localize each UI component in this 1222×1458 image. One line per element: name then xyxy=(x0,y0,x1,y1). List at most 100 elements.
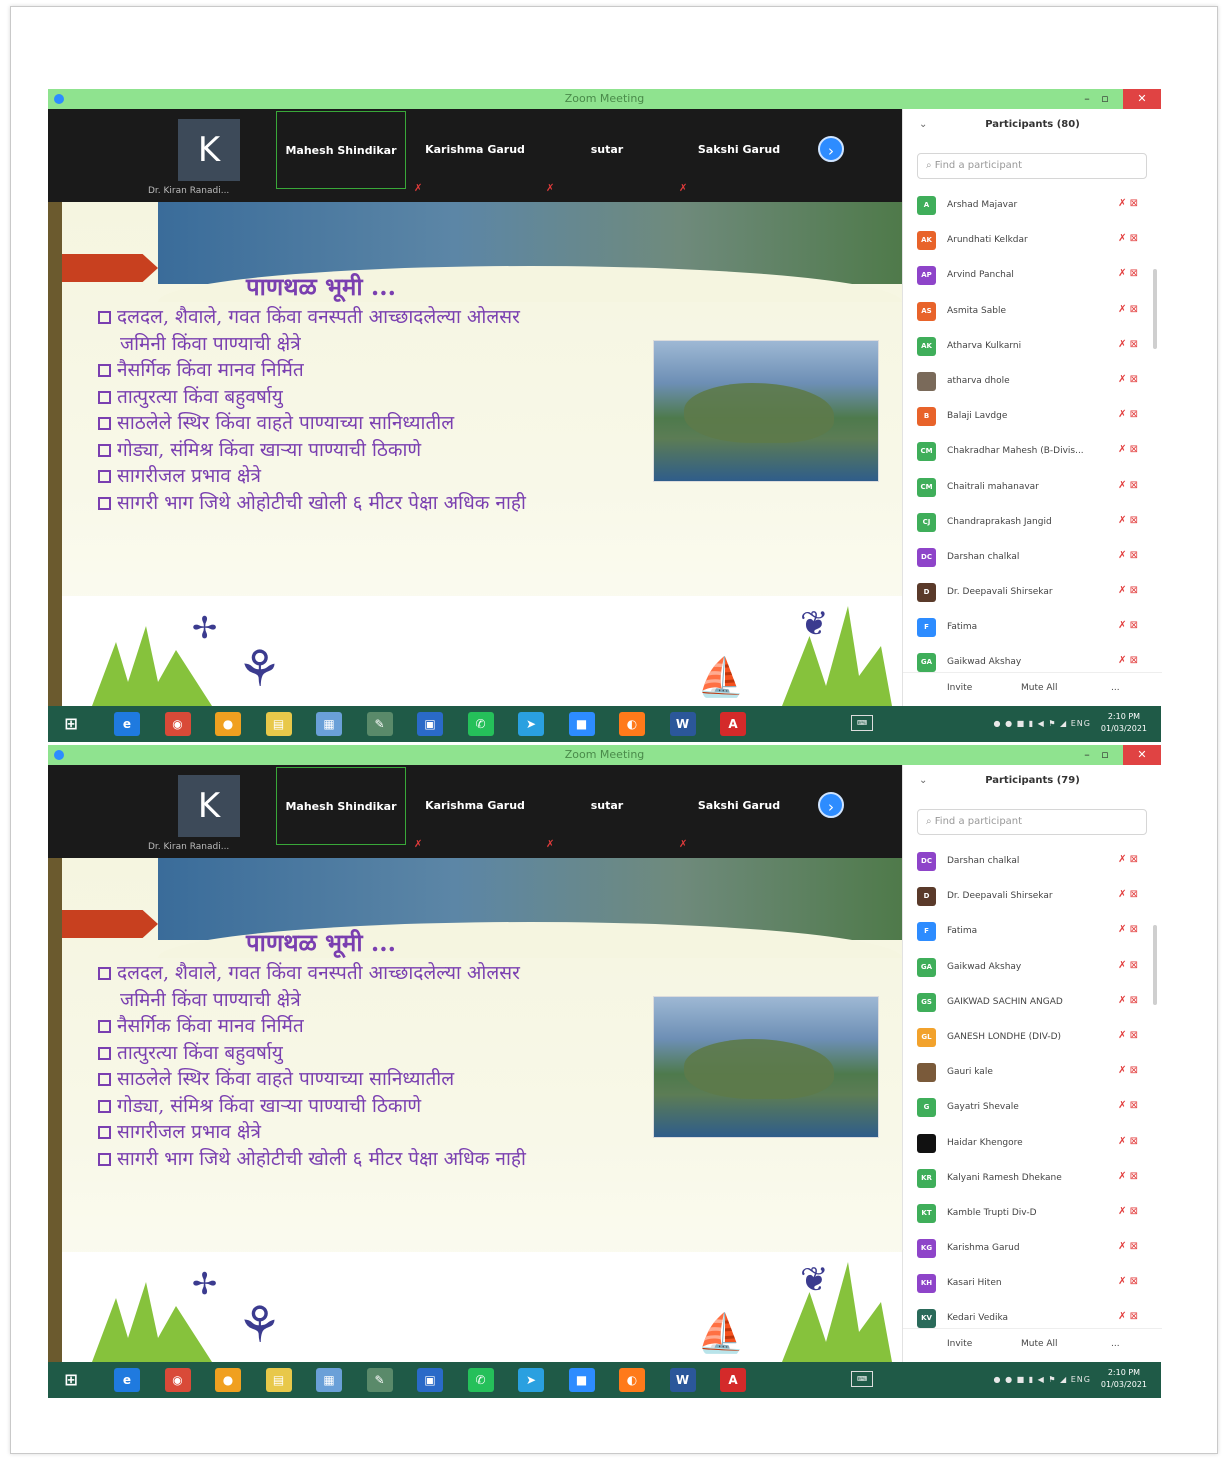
mute-all-button[interactable]: Mute All xyxy=(1021,1339,1058,1349)
video-tile-2[interactable]: Karishma Garud xyxy=(410,111,540,189)
windows-start-icon[interactable]: ⊞ xyxy=(58,712,84,736)
next-page-arrow-icon[interactable]: › xyxy=(818,136,844,162)
file-explorer-icon[interactable]: ▤ xyxy=(265,1368,292,1392)
more-options-button[interactable]: ... xyxy=(1111,683,1120,693)
mic-video-muted-icon[interactable]: ✗ ⊠ xyxy=(1118,1276,1138,1287)
mic-video-muted-icon[interactable]: ✗ ⊠ xyxy=(1118,585,1138,596)
mic-video-muted-icon[interactable]: ✗ ⊠ xyxy=(1118,339,1138,350)
participant-row[interactable]: GA Gaikwad Akshay ✗ ⊠ xyxy=(903,951,1162,986)
mic-video-muted-icon[interactable]: ✗ ⊠ xyxy=(1118,268,1138,279)
video-tile-1[interactable]: Mahesh Shindikar xyxy=(276,111,406,189)
mic-video-muted-icon[interactable]: ✗ ⊠ xyxy=(1118,620,1138,631)
mic-video-muted-icon[interactable]: ✗ ⊠ xyxy=(1118,854,1138,865)
minimize-icon[interactable]: – xyxy=(1079,89,1095,109)
orange-app-icon[interactable]: ● xyxy=(215,1368,241,1392)
word-icon[interactable]: W xyxy=(669,1368,696,1392)
invite-button[interactable]: Invite xyxy=(947,1339,972,1349)
acrobat-icon[interactable]: A xyxy=(720,712,746,736)
participant-row[interactable]: B Balaji Lavdge ✗ ⊠ xyxy=(903,400,1162,435)
participant-row[interactable]: AK Atharva Kulkarni ✗ ⊠ xyxy=(903,330,1162,365)
video-tile-4[interactable]: Sakshi Garud xyxy=(674,111,804,189)
mic-video-muted-icon[interactable]: ✗ ⊠ xyxy=(1118,995,1138,1006)
orange-app-icon[interactable]: ● xyxy=(215,712,241,736)
participant-row[interactable]: KT Kamble Trupti Div-D ✗ ⊠ xyxy=(903,1197,1162,1232)
video-tile-3[interactable]: sutar xyxy=(542,767,672,845)
mic-video-muted-icon[interactable]: ✗ ⊠ xyxy=(1118,444,1138,455)
mic-video-muted-icon[interactable]: ✗ ⊠ xyxy=(1118,1065,1138,1076)
system-tray[interactable]: ● ● ■ ▮ ◀ ⚑ ◢ ENG xyxy=(994,1375,1091,1384)
mic-video-muted-icon[interactable]: ✗ ⊠ xyxy=(1118,924,1138,935)
participant-row[interactable]: GL GANESH LONDHE (DIV-D) ✗ ⊠ xyxy=(903,1021,1162,1056)
video-tile-3[interactable]: sutar xyxy=(542,111,672,189)
firefox-icon[interactable]: ◐ xyxy=(619,712,645,736)
zoom-icon[interactable]: ■ xyxy=(568,712,595,736)
participant-row[interactable]: GS GAIKWAD SACHIN ANGAD ✗ ⊠ xyxy=(903,986,1162,1021)
windows-start-icon[interactable]: ⊞ xyxy=(58,1368,84,1392)
participant-row[interactable]: D Dr. Deepavali Shirsekar ✗ ⊠ xyxy=(903,880,1162,915)
video-tile-2[interactable]: Karishma Garud xyxy=(410,767,540,845)
participant-row[interactable]: F Fatima ✗ ⊠ xyxy=(903,611,1162,646)
taskbar-clock[interactable]: 2:10 PM 01/03/2021 xyxy=(1101,1367,1147,1391)
edge-icon[interactable]: e xyxy=(114,1368,140,1392)
participant-row[interactable]: CJ Chandraprakash Jangid ✗ ⊠ xyxy=(903,506,1162,541)
mic-video-muted-icon[interactable]: ✗ ⊠ xyxy=(1118,1241,1138,1252)
photos-icon[interactable]: ▣ xyxy=(417,1368,443,1392)
mic-video-muted-icon[interactable]: ✗ ⊠ xyxy=(1118,515,1138,526)
keyboard-icon[interactable]: ⌨ xyxy=(851,1371,873,1387)
file-explorer-icon[interactable]: ▤ xyxy=(265,712,292,736)
participant-row[interactable]: Haidar Khengore ✗ ⊠ xyxy=(903,1127,1162,1162)
participant-search-input[interactable]: ⌕ Find a participant xyxy=(917,153,1147,179)
mic-video-muted-icon[interactable]: ✗ ⊠ xyxy=(1118,1206,1138,1217)
mic-video-muted-icon[interactable]: ✗ ⊠ xyxy=(1118,1311,1138,1322)
chrome-icon[interactable]: ◉ xyxy=(164,1368,191,1392)
participant-row[interactable]: AS Asmita Sable ✗ ⊠ xyxy=(903,295,1162,330)
mute-all-button[interactable]: Mute All xyxy=(1021,683,1058,693)
mic-video-muted-icon[interactable]: ✗ ⊠ xyxy=(1118,198,1138,209)
word-icon[interactable]: W xyxy=(669,712,696,736)
paint-icon[interactable]: ✎ xyxy=(366,712,393,736)
participant-row[interactable]: KH Kasari Hiten ✗ ⊠ xyxy=(903,1267,1162,1302)
host-video-tile[interactable]: K Dr. Kiran Ranadi... xyxy=(144,109,274,202)
close-icon[interactable]: ✕ xyxy=(1123,745,1161,765)
participant-row[interactable]: KG Karishma Garud ✗ ⊠ xyxy=(903,1232,1162,1267)
mic-video-muted-icon[interactable]: ✗ ⊠ xyxy=(1118,304,1138,315)
maximize-icon[interactable]: ▫ xyxy=(1097,745,1113,765)
mic-video-muted-icon[interactable]: ✗ ⊠ xyxy=(1118,409,1138,420)
mic-video-muted-icon[interactable]: ✗ ⊠ xyxy=(1118,1030,1138,1041)
more-options-button[interactable]: ... xyxy=(1111,1339,1120,1349)
taskbar-clock[interactable]: 2:10 PM 01/03/2021 xyxy=(1101,711,1147,735)
minimize-icon[interactable]: – xyxy=(1079,745,1095,765)
system-tray[interactable]: ● ● ■ ▮ ◀ ⚑ ◢ ENG xyxy=(994,719,1091,728)
maximize-icon[interactable]: ▫ xyxy=(1097,89,1113,109)
participant-row[interactable]: KR Kalyani Ramesh Dhekane ✗ ⊠ xyxy=(903,1162,1162,1197)
mic-video-muted-icon[interactable]: ✗ ⊠ xyxy=(1118,1171,1138,1182)
mic-video-muted-icon[interactable]: ✗ ⊠ xyxy=(1118,889,1138,900)
zoom-icon[interactable]: ■ xyxy=(568,1368,595,1392)
participant-search-input[interactable]: ⌕ Find a participant xyxy=(917,809,1147,835)
participant-row[interactable]: Gauri kale ✗ ⊠ xyxy=(903,1056,1162,1091)
notepad-icon[interactable]: ▦ xyxy=(316,1368,342,1392)
paint-icon[interactable]: ✎ xyxy=(366,1368,393,1392)
photos-icon[interactable]: ▣ xyxy=(417,712,443,736)
participant-row[interactable]: A Arshad Majavar ✗ ⊠ xyxy=(903,189,1162,224)
participant-row[interactable]: CM Chaitrali mahanavar ✗ ⊠ xyxy=(903,471,1162,506)
participant-row[interactable]: DC Darshan chalkal ✗ ⊠ xyxy=(903,541,1162,576)
whatsapp-icon[interactable]: ✆ xyxy=(467,1368,494,1392)
participant-list-scrollbar[interactable] xyxy=(1153,925,1157,1005)
acrobat-icon[interactable]: A xyxy=(720,1368,746,1392)
telegram-icon[interactable]: ➤ xyxy=(518,712,544,736)
participant-row[interactable]: D Dr. Deepavali Shirsekar ✗ ⊠ xyxy=(903,576,1162,611)
close-icon[interactable]: ✕ xyxy=(1123,89,1161,109)
participant-row[interactable]: AK Arundhati Kelkdar ✗ ⊠ xyxy=(903,224,1162,259)
edge-icon[interactable]: e xyxy=(114,712,140,736)
video-tile-1[interactable]: Mahesh Shindikar xyxy=(276,767,406,845)
telegram-icon[interactable]: ➤ xyxy=(518,1368,544,1392)
mic-video-muted-icon[interactable]: ✗ ⊠ xyxy=(1118,960,1138,971)
participant-row[interactable]: CM Chakradhar Mahesh (B-Divis... ✗ ⊠ xyxy=(903,435,1162,470)
participant-list-scrollbar[interactable] xyxy=(1153,269,1157,349)
participant-row[interactable]: F Fatima ✗ ⊠ xyxy=(903,915,1162,950)
mic-video-muted-icon[interactable]: ✗ ⊠ xyxy=(1118,233,1138,244)
participant-row[interactable]: AP Arvind Panchal ✗ ⊠ xyxy=(903,259,1162,294)
chrome-icon[interactable]: ◉ xyxy=(164,712,191,736)
firefox-icon[interactable]: ◐ xyxy=(619,1368,645,1392)
